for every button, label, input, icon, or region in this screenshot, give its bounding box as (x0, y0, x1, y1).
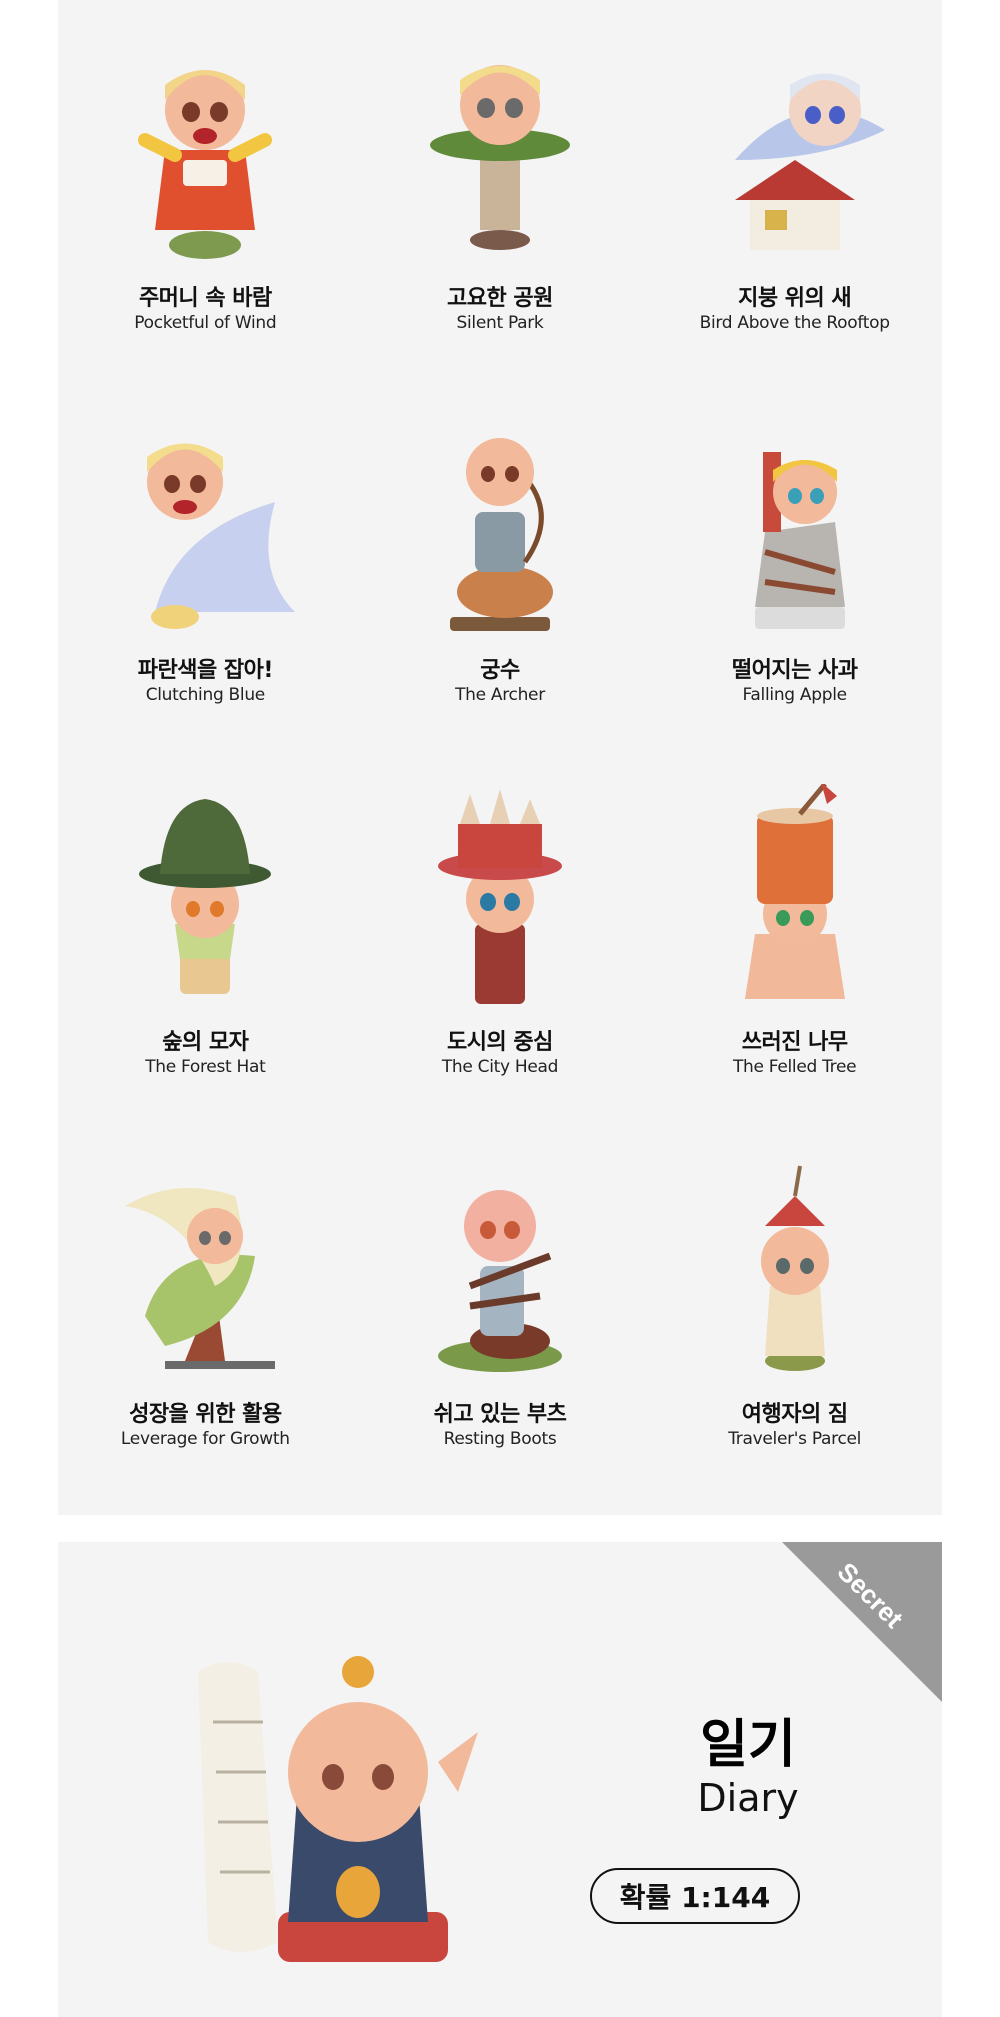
figure-name-en: Falling Apple (742, 685, 848, 705)
figure-image (400, 412, 600, 642)
figure-name-en: Pocketful of Wind (134, 313, 277, 333)
figure-name-en: The City Head (441, 1057, 559, 1077)
diary-figure-image (158, 1642, 538, 1982)
figure-name-ko: 고요한 공원 (447, 286, 553, 311)
figure-name-ko: 지붕 위의 새 (738, 286, 852, 311)
figure-image (400, 784, 600, 1014)
secret-figure-panel[interactable]: Secret 일기 Diary 확률 1:144 (58, 1542, 942, 2017)
figure-image (105, 412, 305, 642)
figure-image (695, 40, 895, 270)
figure-name-en: Leverage for Growth (120, 1429, 290, 1449)
figure-name-ko: 숲의 모자 (162, 1030, 249, 1055)
figure-image (400, 40, 600, 270)
figure-name-ko: 여행자의 짐 (741, 1402, 848, 1427)
figure-card[interactable]: 쉬고 있는 부츠 Resting Boots (353, 1116, 648, 1488)
figure-name-ko: 도시의 중심 (447, 1030, 553, 1055)
figure-name-en: The Forest Hat (145, 1057, 266, 1077)
figure-image (695, 412, 895, 642)
figure-name-ko: 궁수 (480, 658, 520, 683)
secret-figure-name-ko: 일기 (700, 1715, 796, 1775)
figure-card[interactable]: 도시의 중심 The City Head (353, 744, 648, 1116)
figure-name-en: Bird Above the Rooftop (699, 313, 890, 333)
figure-name-ko: 떨어지는 사과 (731, 658, 858, 683)
figure-card[interactable]: 여행자의 짐 Traveler's Parcel (647, 1116, 942, 1488)
figure-name-en: The Felled Tree (732, 1057, 857, 1077)
figure-name-en: The Archer (455, 685, 545, 705)
figure-image (105, 40, 305, 270)
figure-image (105, 1156, 305, 1386)
figure-name-ko: 성장을 위한 활용 (129, 1402, 282, 1427)
figure-image (400, 1156, 600, 1386)
figure-name-ko: 파란색을 잡아! (137, 658, 274, 683)
figure-card[interactable]: 숲의 모자 The Forest Hat (58, 744, 353, 1116)
figure-image (695, 1156, 895, 1386)
figure-name-en: Clutching Blue (145, 685, 266, 705)
figure-name-ko: 주머니 속 바람 (138, 286, 272, 311)
figure-card[interactable]: 지붕 위의 새 Bird Above the Rooftop (647, 0, 942, 372)
figure-name-en: Traveler's Parcel (728, 1429, 862, 1449)
figure-name-ko: 쉬고 있는 부츠 (433, 1402, 567, 1427)
figure-name-en: Resting Boots (443, 1429, 557, 1449)
figure-card[interactable]: 궁수 The Archer (353, 372, 648, 744)
figure-name-en: Silent Park (456, 313, 544, 333)
secret-figure-name-en: Diary (697, 1776, 799, 1820)
figure-card[interactable]: 떨어지는 사과 Falling Apple (647, 372, 942, 744)
odds-badge: 확률 1:144 (590, 1868, 800, 1924)
figure-name-ko: 쓰러진 나무 (741, 1030, 848, 1055)
figure-card[interactable]: 주머니 속 바람 Pocketful of Wind (58, 0, 353, 372)
figure-card[interactable]: 파란색을 잡아! Clutching Blue (58, 372, 353, 744)
figure-card[interactable]: 쓰러진 나무 The Felled Tree (647, 744, 942, 1116)
figure-card[interactable]: 성장을 위한 활용 Leverage for Growth (58, 1116, 353, 1488)
figure-image (105, 784, 305, 1014)
figure-image (695, 784, 895, 1014)
figure-grid: 주머니 속 바람 Pocketful of Wind 고요한 공원 Silent… (58, 0, 942, 1488)
figure-card[interactable]: 고요한 공원 Silent Park (353, 0, 648, 372)
figure-grid-panel: 주머니 속 바람 Pocketful of Wind 고요한 공원 Silent… (58, 0, 942, 1515)
